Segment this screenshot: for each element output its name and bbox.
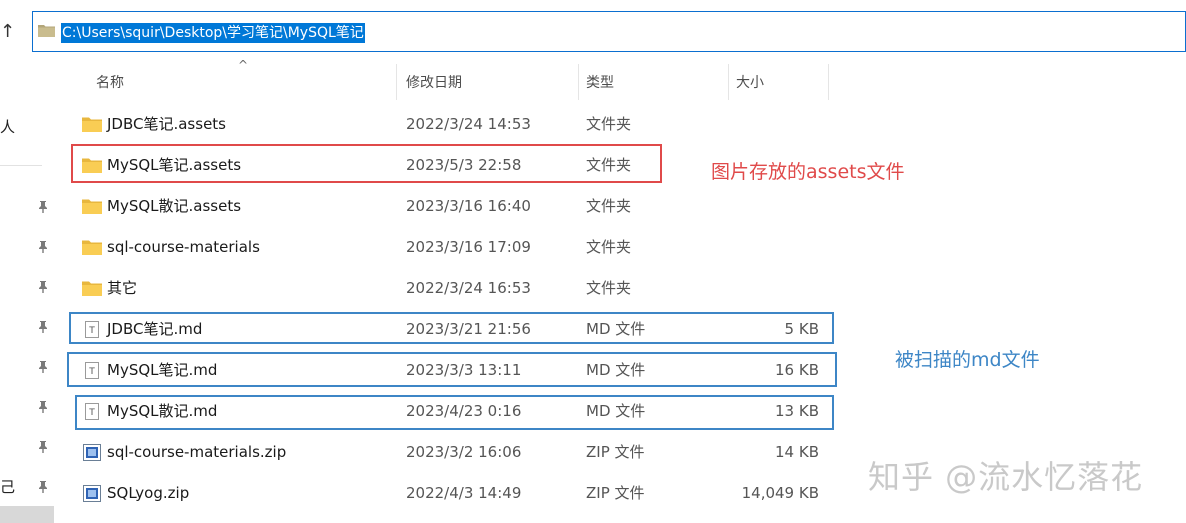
- column-divider[interactable]: [828, 64, 829, 100]
- address-path[interactable]: C:\Users\squir\Desktop\学习笔记\MySQL笔记: [61, 23, 365, 43]
- file-name: SQLyog.zip: [107, 484, 190, 502]
- file-row[interactable]: sql-course-materials 2023/3/16 17:09 文件夹: [60, 227, 840, 268]
- column-divider[interactable]: [728, 64, 729, 100]
- folder-icon: [38, 25, 55, 37]
- assets-highlight-box: [71, 144, 662, 183]
- nav-scrollbar[interactable]: [0, 506, 54, 523]
- column-divider[interactable]: [578, 64, 579, 100]
- nav-divider: [0, 165, 42, 166]
- pin-icon[interactable]: [35, 439, 51, 455]
- file-modified-date: 2023/3/2 16:06: [406, 443, 522, 461]
- file-modified-date: 2022/4/3 14:49: [406, 484, 522, 502]
- folder-icon: [82, 116, 102, 133]
- md-annotation: 被扫描的md文件: [895, 349, 1040, 371]
- file-size: 14 KB: [775, 443, 819, 461]
- address-bar[interactable]: C:\Users\squir\Desktop\学习笔记\MySQL笔记: [32, 11, 1186, 52]
- up-arrow-icon[interactable]: ↑: [0, 20, 18, 44]
- file-modified-date: 2023/3/16 17:09: [406, 238, 531, 256]
- file-row[interactable]: JDBC笔记.assets 2022/3/24 14:53 文件夹: [60, 104, 840, 145]
- column-header-type[interactable]: 类型: [586, 70, 614, 96]
- md-highlight-box: [67, 352, 837, 387]
- file-name: 其它: [107, 279, 138, 297]
- md-highlight-box: [75, 395, 834, 430]
- sort-ascending-icon: ^: [238, 58, 249, 72]
- column-divider[interactable]: [396, 64, 397, 100]
- column-header-name[interactable]: 名称: [96, 70, 124, 96]
- file-modified-date: 2023/3/16 16:40: [406, 197, 531, 215]
- file-row[interactable]: SQLyog.zip 2022/4/3 14:49 ZIP 文件 14,049 KB: [60, 473, 840, 514]
- file-modified-date: 2022/3/24 14:53: [406, 115, 531, 133]
- folder-icon: [82, 198, 102, 215]
- pin-icon[interactable]: [35, 319, 51, 335]
- md-highlight-box: [69, 312, 834, 344]
- pin-icon[interactable]: [35, 279, 51, 295]
- file-row[interactable]: sql-course-materials.zip 2023/3/2 16:06 ZI…: [60, 432, 840, 473]
- pin-icon[interactable]: [35, 199, 51, 215]
- zip-file-icon: [82, 444, 102, 461]
- column-header-size[interactable]: 大小: [736, 70, 764, 96]
- nav-item-label[interactable]: 己: [0, 476, 15, 497]
- file-type: 文件夹: [586, 279, 632, 297]
- pin-icon[interactable]: [35, 479, 51, 495]
- watermark: 知乎 @流水忆落花: [868, 458, 1144, 496]
- file-type: 文件夹: [586, 197, 632, 215]
- pin-icon[interactable]: [35, 239, 51, 255]
- zip-file-icon: [82, 485, 102, 502]
- file-type: ZIP 文件: [586, 443, 645, 461]
- file-row[interactable]: MySQL散记.assets 2023/3/16 16:40 文件夹: [60, 186, 840, 227]
- file-name: sql-course-materials.zip: [107, 443, 287, 461]
- pin-icon[interactable]: [35, 399, 51, 415]
- file-name: MySQL散记.assets: [107, 197, 242, 215]
- pin-icon[interactable]: [35, 359, 51, 375]
- file-row[interactable]: 其它 2022/3/24 16:53 文件夹: [60, 268, 840, 309]
- file-type: 文件夹: [586, 238, 632, 256]
- folder-icon: [82, 280, 102, 297]
- file-name: JDBC笔记.assets: [107, 115, 226, 133]
- folder-icon: [82, 239, 102, 256]
- nav-item-label[interactable]: 人: [0, 116, 15, 137]
- file-modified-date: 2022/3/24 16:53: [406, 279, 531, 297]
- file-type: 文件夹: [586, 115, 632, 133]
- file-size: 14,049 KB: [741, 484, 819, 502]
- file-type: ZIP 文件: [586, 484, 645, 502]
- column-header-modified[interactable]: 修改日期: [406, 70, 462, 96]
- file-name: sql-course-materials: [107, 238, 260, 256]
- assets-annotation: 图片存放的assets文件: [711, 161, 905, 183]
